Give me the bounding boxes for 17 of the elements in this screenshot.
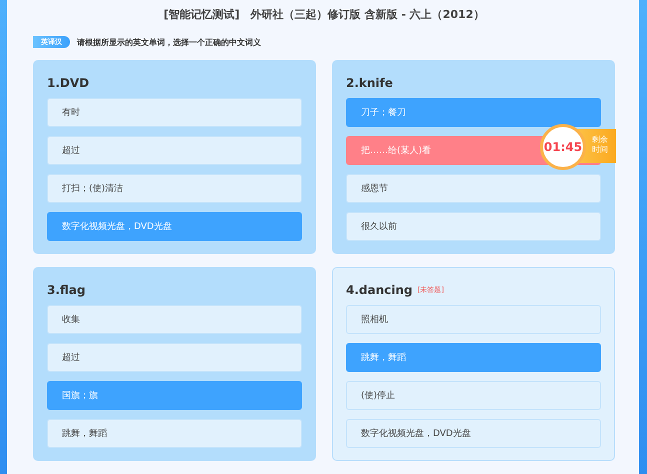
answer-option[interactable]: 有时 [47,98,302,127]
answer-option[interactable]: 跳舞，舞蹈 [47,419,302,448]
page-title: [智能记忆测试] 外研社（三起）修订版 含新版 - 六上（2012） [162,7,486,23]
answer-option[interactable]: 打扫；(使)清洁 [47,174,302,203]
question-word: 2.knife [346,76,393,90]
answer-option[interactable]: 照相机 [346,305,601,334]
answer-option[interactable]: 感恩节 [346,174,601,203]
answer-option[interactable]: 超过 [47,343,302,372]
question-word: 3.flag [47,283,86,297]
answer-option[interactable]: 收集 [47,305,302,334]
question-word: 1.DVD [47,76,90,90]
instruction-text: 请根据所显示的英文单词，选择一个正确的中文词义 [77,36,261,48]
question-word: 4.dancing [346,283,412,297]
answer-option[interactable]: (使)停止 [346,381,601,410]
answer-option[interactable]: 超过 [47,136,302,165]
answer-option[interactable]: 很久以前 [346,212,601,241]
answer-option[interactable]: 数字化视频光盘，DVD光盘 [346,419,601,448]
